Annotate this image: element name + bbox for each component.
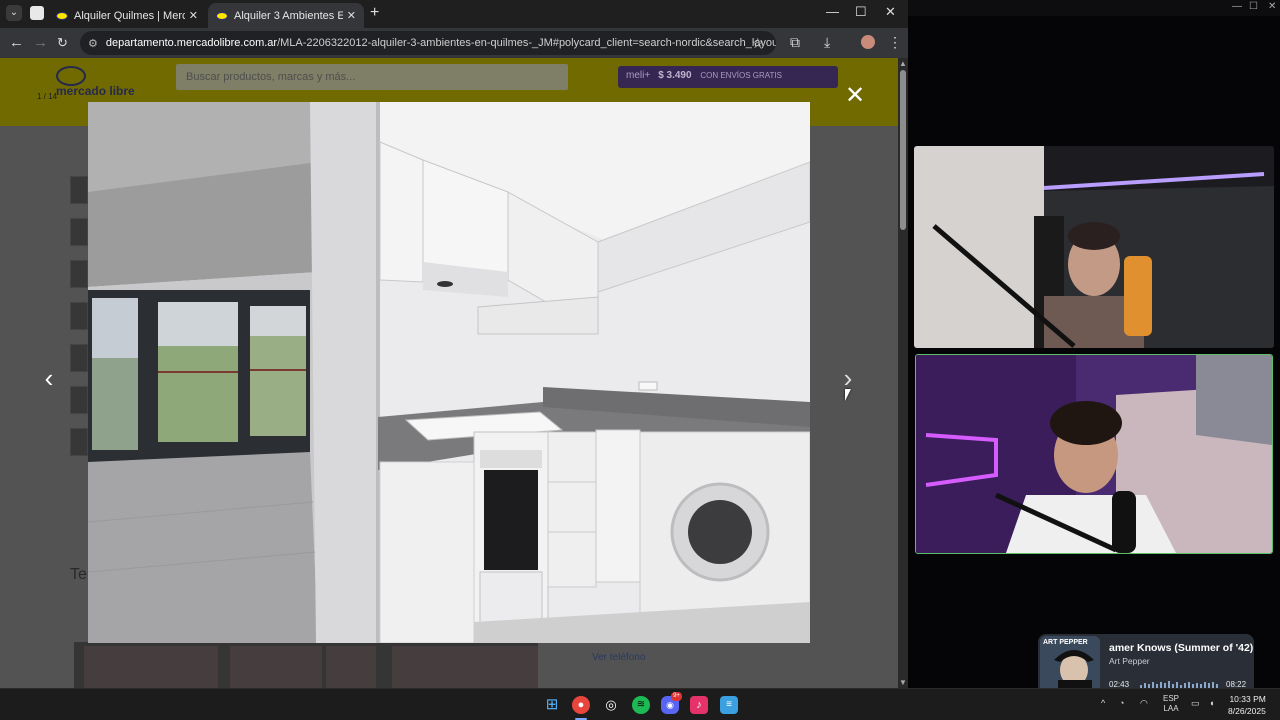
chrome-icon[interactable]: ● bbox=[572, 696, 590, 714]
image-counter: 1 / 14 bbox=[37, 92, 58, 101]
tab-strip: ⌄ Alquiler Quilmes | Mercado Libre ✕ Alq… bbox=[0, 0, 908, 28]
tab-alquiler-quilmes[interactable]: Alquiler Quilmes | Mercado Libre ✕ bbox=[48, 3, 206, 28]
web-page: mercado libre Buscar productos, marcas y… bbox=[0, 58, 898, 688]
tab-label: Alquiler Quilmes | Mercado Libre bbox=[74, 9, 185, 22]
taskbar: ⊞ ● ◎ ≋ ◉ 9+ ♪ ≡ ^ ◔ ◠ ESP LAA ▭ ◖ 10:33… bbox=[0, 688, 1280, 720]
tab-alquiler-3-ambientes[interactable]: Alquiler 3 Ambientes En Quilmes ✕ bbox=[208, 3, 364, 28]
webcam-feed-bottom bbox=[915, 354, 1273, 554]
wifi-icon[interactable]: ◠ bbox=[1140, 698, 1148, 709]
site-info-icon[interactable]: ⚙ bbox=[88, 37, 98, 50]
page-scrollbar[interactable]: ▲ ▼ bbox=[898, 58, 908, 688]
discord-notification-badge: 9+ bbox=[671, 692, 682, 701]
forward-icon[interactable]: → bbox=[33, 34, 48, 51]
album-art-text: ART PEPPER bbox=[1043, 639, 1088, 646]
url-text: departamento.mercadolibre.com.ar/MLA-220… bbox=[105, 37, 776, 49]
tray-overflow-icon[interactable]: ^ bbox=[1101, 698, 1105, 708]
webcam-feed-top bbox=[914, 146, 1274, 348]
notepad-icon[interactable]: ≡ bbox=[720, 696, 738, 714]
address-bar[interactable]: ⚙ departamento.mercadolibre.com.ar/MLA-2… bbox=[80, 31, 776, 55]
listing-photo bbox=[88, 102, 810, 643]
tab-search-icon[interactable]: ⌄ bbox=[6, 5, 22, 21]
close-window-icon[interactable]: ✕ bbox=[885, 4, 896, 20]
desktop: ⌄ Alquiler Quilmes | Mercado Libre ✕ Alq… bbox=[0, 0, 1280, 720]
language-indicator[interactable]: ESP LAA bbox=[1163, 694, 1179, 714]
mercadolibre-favicon-icon bbox=[216, 11, 228, 20]
new-tab-icon[interactable]: + bbox=[370, 4, 379, 22]
tiktok-icon[interactable]: ♪ bbox=[690, 696, 708, 714]
maximize-icon[interactable]: ☐ bbox=[1249, 1, 1258, 12]
obs-icon[interactable]: ◎ bbox=[602, 696, 620, 714]
tab-label: Alquiler 3 Ambientes En Quilmes bbox=[234, 9, 343, 22]
minimize-icon[interactable]: — bbox=[826, 4, 839, 19]
menu-kebab-icon[interactable]: ⋮ bbox=[888, 34, 902, 51]
download-icon[interactable]: ⤓ bbox=[824, 34, 830, 51]
tab-close-icon[interactable]: ✕ bbox=[347, 9, 356, 22]
network-icon[interactable]: ◔ bbox=[1119, 698, 1124, 708]
spotify-icon[interactable]: ≋ bbox=[632, 696, 650, 714]
extensions-icon[interactable]: ⧉ bbox=[790, 34, 800, 51]
stream-panel: — ☐ ✕ ART PEPPER amer Knows (Summer of '… bbox=[908, 0, 1280, 696]
maximize-icon[interactable]: ☐ bbox=[855, 4, 867, 20]
display-icon[interactable]: ▭ bbox=[1191, 698, 1200, 709]
album-art: ART PEPPER bbox=[1040, 636, 1100, 694]
profile-avatar[interactable] bbox=[861, 35, 875, 49]
reload-icon[interactable]: ↻ bbox=[57, 35, 68, 51]
browser-toolbar: ← → ↻ ⚙ departamento.mercadolibre.com.ar… bbox=[0, 28, 908, 58]
system-clock[interactable]: 10:33 PM 8/26/2025 bbox=[1228, 693, 1266, 717]
lightbox-close-icon[interactable]: ✕ bbox=[843, 84, 867, 109]
volume-icon[interactable]: ◖ bbox=[1209, 698, 1214, 708]
side-window-bar: — ☐ ✕ bbox=[908, 0, 1280, 16]
back-icon[interactable]: ← bbox=[9, 34, 24, 51]
scrollbar-thumb[interactable] bbox=[900, 70, 906, 230]
previous-image-icon[interactable]: ‹ bbox=[36, 365, 62, 392]
scroll-up-icon[interactable]: ▲ bbox=[899, 59, 907, 68]
minimize-icon[interactable]: — bbox=[1232, 1, 1242, 12]
track-artist: Art Pepper bbox=[1109, 656, 1150, 666]
mercadolibre-favicon-icon bbox=[56, 11, 68, 20]
app-icon[interactable] bbox=[30, 6, 44, 20]
track-title: amer Knows (Summer of '42) bbox=[1109, 642, 1253, 654]
mouse-cursor-icon bbox=[845, 389, 851, 401]
browser-window: ⌄ Alquiler Quilmes | Mercado Libre ✕ Alq… bbox=[0, 0, 908, 688]
close-window-icon[interactable]: ✕ bbox=[1268, 1, 1276, 12]
windows-start-icon[interactable]: ⊞ bbox=[543, 696, 561, 714]
scroll-down-icon[interactable]: ▼ bbox=[899, 678, 907, 687]
bookmark-star-icon[interactable]: ☆ bbox=[751, 35, 764, 52]
tab-close-icon[interactable]: ✕ bbox=[189, 9, 198, 22]
